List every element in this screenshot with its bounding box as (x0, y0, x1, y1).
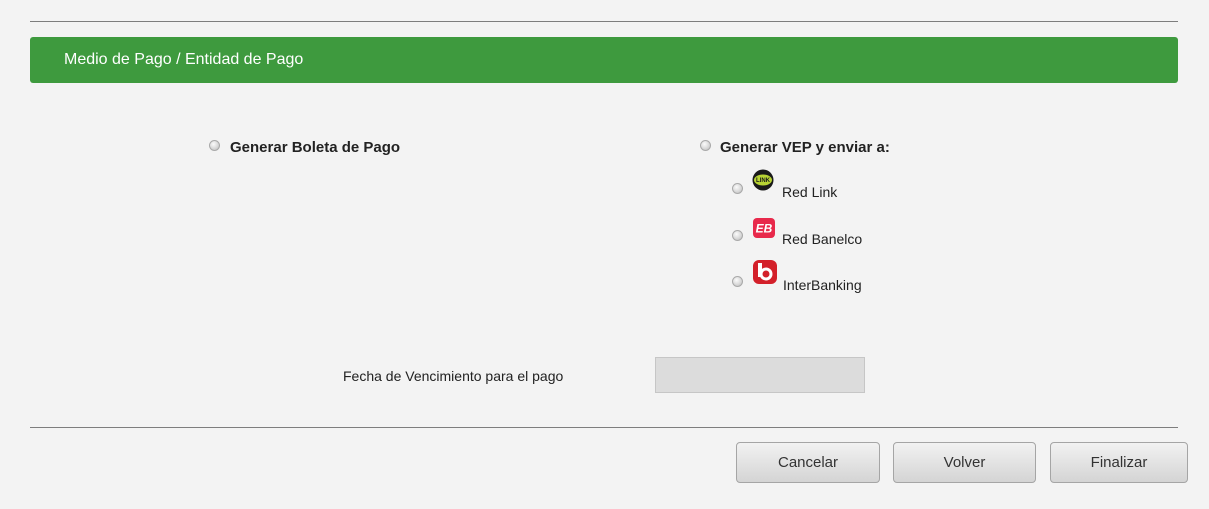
banelco-logo-icon: EB (752, 217, 776, 239)
vep-radio[interactable] (700, 140, 711, 151)
svg-text:LINK: LINK (756, 178, 771, 184)
back-button[interactable]: Volver (893, 442, 1036, 483)
interbanking-logo-icon (752, 259, 778, 285)
interbanking-radio[interactable] (732, 276, 743, 287)
due-date-label: Fecha de Vencimiento para el pago (343, 368, 564, 384)
svg-text:EB: EB (756, 222, 773, 236)
interbanking-label: InterBanking (783, 277, 862, 293)
boleta-label: Generar Boleta de Pago (230, 139, 401, 156)
red-link-logo-icon: LINK (752, 169, 774, 191)
section-title: Medio de Pago / Entidad de Pago (64, 51, 304, 68)
red-banelco-radio[interactable] (732, 230, 743, 241)
vep-label: Generar VEP y enviar a: (720, 139, 890, 156)
red-link-label: Red Link (782, 184, 838, 200)
cancel-button[interactable]: Cancelar (736, 442, 880, 483)
finish-button[interactable]: Finalizar (1050, 442, 1188, 483)
red-link-radio[interactable] (732, 183, 743, 194)
top-divider (30, 21, 1178, 22)
section-header: Medio de Pago / Entidad de Pago (30, 37, 1178, 83)
due-date-input[interactable] (655, 357, 865, 393)
boleta-radio[interactable] (209, 140, 220, 151)
bottom-divider (30, 427, 1178, 428)
red-banelco-label: Red Banelco (782, 231, 863, 247)
